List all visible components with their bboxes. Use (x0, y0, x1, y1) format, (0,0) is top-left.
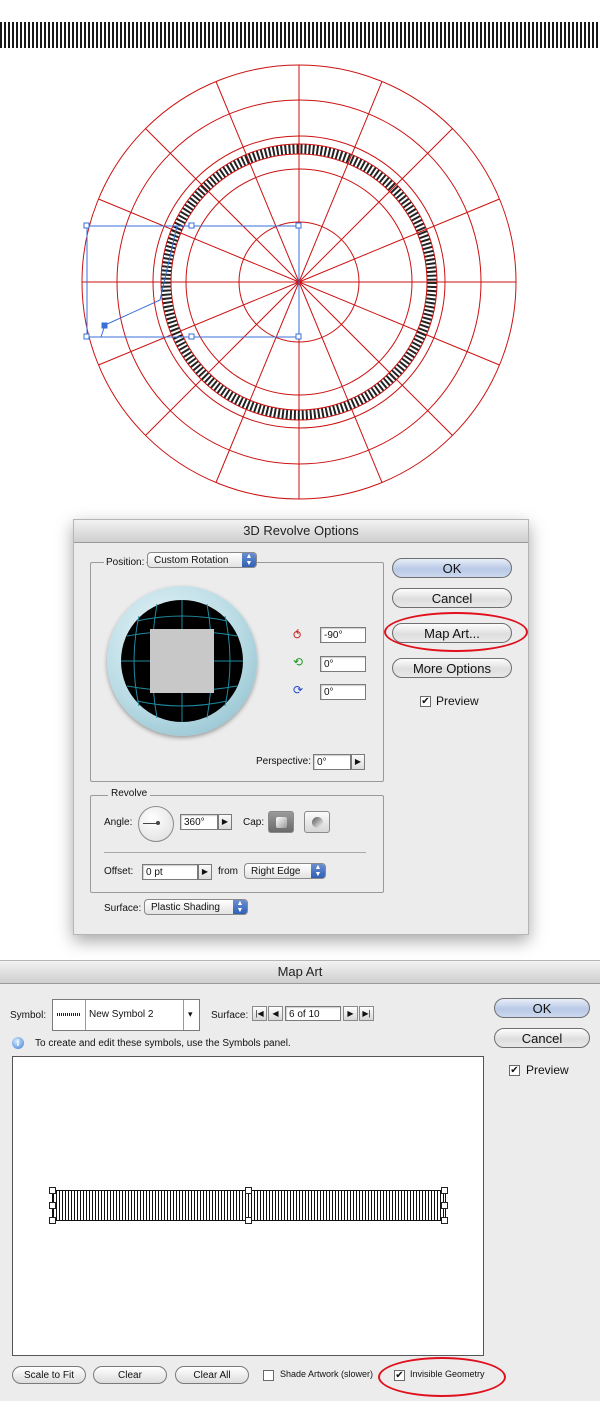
more-options-button[interactable]: More Options (392, 658, 512, 678)
z-rotation-field[interactable]: 0° (320, 684, 366, 700)
cap-label: Cap: (243, 817, 265, 828)
perspective-slider-button[interactable]: ▶ (351, 754, 365, 770)
revolve-divider (104, 852, 366, 853)
bounding-box-handle[interactable] (49, 1202, 56, 1209)
angle-field[interactable]: 360° (180, 814, 218, 830)
bounding-box-handle[interactable] (245, 1187, 252, 1194)
from-edge-dropdown[interactable]: Right Edge ▲ ▼ (244, 863, 326, 879)
spoke-line (298, 81, 383, 283)
bounding-box-handle[interactable] (245, 1217, 252, 1224)
x-axis-rotate-icon: ⥀ (293, 628, 302, 642)
symbol-label: Symbol: (10, 1010, 47, 1021)
angle-slider-button[interactable]: ▶ (218, 814, 232, 830)
ok-button[interactable]: OK (494, 998, 590, 1018)
spoke-line (298, 281, 383, 483)
shade-artwork-label: Shade Artwork (slower) (280, 1369, 374, 1379)
striped-artwork-band (0, 22, 600, 48)
cap-on-button[interactable] (268, 811, 294, 833)
perspective-field[interactable]: 0° (313, 754, 351, 770)
spoke-line (298, 198, 500, 283)
previous-surface-button[interactable]: ◀ (268, 1006, 283, 1021)
next-surface-button[interactable]: ▶ (343, 1006, 358, 1021)
x-rotation-field[interactable]: -90° (320, 627, 366, 643)
symbol-thumbnail (57, 1013, 81, 1016)
spoke-line (98, 198, 300, 283)
clear-all-button[interactable]: Clear All (175, 1366, 249, 1384)
surface-number-field[interactable]: 6 of 10 (285, 1006, 341, 1021)
art-preview-canvas[interactable] (12, 1056, 484, 1356)
position-label: Position: (104, 557, 147, 568)
y-rotation-field[interactable]: 0° (320, 656, 366, 672)
spoke-line (298, 281, 500, 366)
y-axis-rotate-icon: ⟲ (293, 655, 304, 669)
spoke-line (215, 281, 300, 483)
surface-label: Surface: (104, 903, 142, 914)
offset-label: Offset: (104, 866, 134, 877)
z-axis-rotate-icon: ⟳ (293, 683, 304, 697)
bounding-box-handle[interactable] (49, 1187, 56, 1194)
bounding-box-handle[interactable] (441, 1217, 448, 1224)
shade-artwork-checkbox[interactable] (263, 1370, 274, 1381)
from-edge-value: Right Edge (251, 866, 301, 877)
revolve-group-label: Revolve (108, 788, 151, 799)
offset-slider-button[interactable]: ▶ (198, 864, 212, 880)
dropdown-arrows-icon: ▲ ▼ (242, 553, 256, 567)
preview-label: Preview (526, 1063, 569, 1077)
cancel-button[interactable]: Cancel (392, 588, 512, 608)
wireframe-canvas (81, 64, 517, 500)
preview-label: Preview (436, 694, 479, 708)
spoke-line (98, 281, 300, 366)
rotation-track-cube[interactable] (107, 586, 257, 736)
preview-checkbox[interactable]: ✔ (420, 696, 431, 707)
cap-off-button[interactable] (304, 811, 330, 833)
surface-label: Surface: (211, 1010, 249, 1021)
ok-button[interactable]: OK (392, 558, 512, 578)
invisible-geometry-highlight-ellipse (378, 1357, 506, 1397)
angle-label: Angle: (104, 817, 133, 828)
map-art-dialog: Map Art Symbol: New Symbol 2 ▾ Surface: … (0, 960, 600, 1401)
position-dropdown[interactable]: Custom Rotation ▲ ▼ (147, 552, 257, 568)
info-icon: i (12, 1037, 24, 1049)
bounding-box-handle[interactable] (441, 1187, 448, 1194)
scale-to-fit-button[interactable]: Scale to Fit (12, 1366, 86, 1384)
map-art-highlight-ellipse (384, 612, 528, 652)
dropdown-arrows-icon: ▲ ▼ (233, 900, 247, 914)
symbol-selector[interactable]: New Symbol 2 ▾ (52, 999, 200, 1031)
position-dropdown-value: Custom Rotation (154, 555, 229, 566)
first-surface-button[interactable]: |◀ (252, 1006, 267, 1021)
angle-dial[interactable] (138, 806, 174, 842)
clear-button[interactable]: Clear (93, 1366, 167, 1384)
dialog-title: Map Art (0, 961, 600, 984)
revolve-options-dialog: 3D Revolve Options Position: Custom Rota… (73, 519, 529, 935)
cancel-button[interactable]: Cancel (494, 1028, 590, 1048)
preview-checkbox[interactable]: ✔ (509, 1065, 520, 1076)
surface-dropdown[interactable]: Plastic Shading ▲ ▼ (144, 899, 248, 915)
info-text: To create and edit these symbols, use th… (35, 1038, 291, 1049)
last-surface-button[interactable]: ▶| (359, 1006, 374, 1021)
dropdown-arrows-icon: ▲ ▼ (311, 864, 325, 878)
from-label: from (218, 866, 238, 877)
dialog-title: 3D Revolve Options (74, 520, 528, 543)
perspective-label: Perspective: (256, 756, 312, 767)
revolve-group (90, 795, 384, 893)
offset-field[interactable]: 0 pt (142, 864, 198, 880)
surface-value: Plastic Shading (151, 902, 220, 913)
chevron-down-icon: ▾ (188, 1009, 193, 1019)
bounding-box-handle[interactable] (49, 1217, 56, 1224)
spoke-line (215, 81, 300, 283)
bounding-box-handle[interactable] (441, 1202, 448, 1209)
symbol-name: New Symbol 2 (89, 1009, 154, 1020)
